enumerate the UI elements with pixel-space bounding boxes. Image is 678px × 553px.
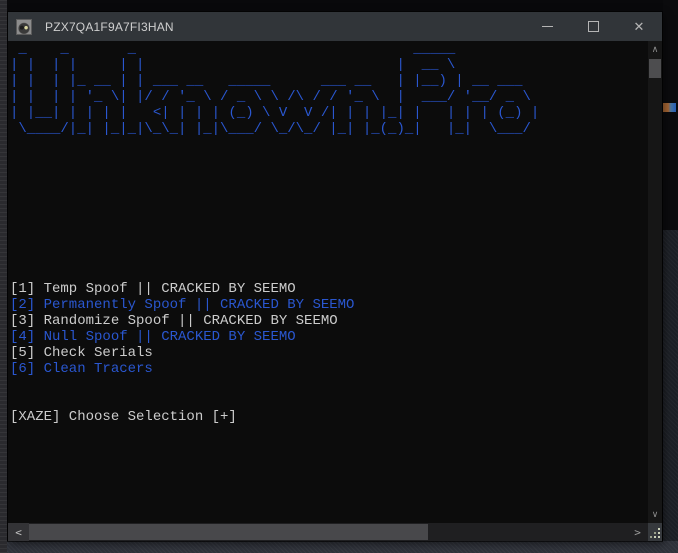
close-icon: ✕ — [633, 19, 645, 34]
close-button[interactable]: ✕ — [616, 12, 662, 41]
window-controls: ✕ — [524, 12, 662, 41]
ascii-art-line: \____/|_| |_|_|\_\_| |_|\___/ \_/\_/ |_|… — [10, 121, 531, 137]
menu-item: [2] Permanently Spoof || CRACKED BY SEEM… — [10, 297, 355, 313]
menu-item: [4] Null Spoof || CRACKED BY SEEMO — [10, 329, 296, 345]
ascii-art-line: _ _ _ _____ — [10, 41, 456, 57]
menu-item: [5] Check Serials — [10, 345, 153, 361]
ascii-art-line: | | | | '_ \| |/ / '_ \ / _ \ \ /\ / / '… — [10, 89, 531, 105]
vertical-scrollbar-thumb[interactable] — [649, 59, 661, 78]
background-right-lower — [663, 230, 678, 541]
menu-item: [3] Randomize Spoof || CRACKED BY SEEMO — [10, 313, 338, 329]
ascii-art-line: | |__| | | | | <| | | | (_) \ V V /| | |… — [10, 105, 540, 121]
resize-grip-dots — [658, 536, 660, 538]
scroll-down-arrow[interactable]: ∨ — [648, 506, 662, 523]
prompt-line: [XAZE] Choose Selection [+] — [10, 409, 237, 425]
console-window: PZX7QA1F9A7FI3HAN ✕ _ _ _ _____ | | | | |… — [8, 12, 662, 541]
horizontal-scrollbar-thumb[interactable] — [29, 524, 428, 540]
menu-item: [1] Temp Spoof || CRACKED BY SEEMO — [10, 281, 296, 297]
ascii-art-line: | | | |_ __ | | ___ __ _____ ___ __ | |_… — [10, 73, 523, 89]
ascii-art-line: | | | | | | | __ \ — [10, 57, 456, 73]
horizontal-scrollbar[interactable]: < > — [8, 523, 648, 541]
background-right-band — [663, 0, 678, 553]
maximize-icon — [587, 21, 599, 32]
app-icon[interactable] — [16, 18, 32, 35]
console-client-area: _ _ _ _____ | | | | | | | __ \ | | | |_ __… — [8, 41, 662, 541]
menu-item: [6] Clean Tracers — [10, 361, 153, 377]
console-output[interactable]: _ _ _ _____ | | | | | | | __ \ | | | |_ __… — [8, 41, 648, 523]
scroll-left-arrow[interactable]: < — [8, 523, 29, 541]
maximize-button[interactable] — [570, 12, 616, 41]
scroll-up-arrow[interactable]: ∧ — [648, 41, 662, 58]
background-window-text-fragment — [663, 103, 676, 112]
titlebar[interactable]: PZX7QA1F9A7FI3HAN ✕ — [8, 12, 662, 41]
resize-grip[interactable] — [648, 523, 662, 541]
background-bottom-band — [0, 541, 678, 553]
scroll-right-arrow[interactable]: > — [627, 523, 648, 541]
minimize-icon — [541, 26, 553, 27]
vertical-scrollbar[interactable]: ∧ ∨ — [648, 41, 662, 523]
background-left-edge — [0, 0, 7, 553]
window-title: PZX7QA1F9A7FI3HAN — [45, 19, 174, 34]
minimize-button[interactable] — [524, 12, 570, 41]
